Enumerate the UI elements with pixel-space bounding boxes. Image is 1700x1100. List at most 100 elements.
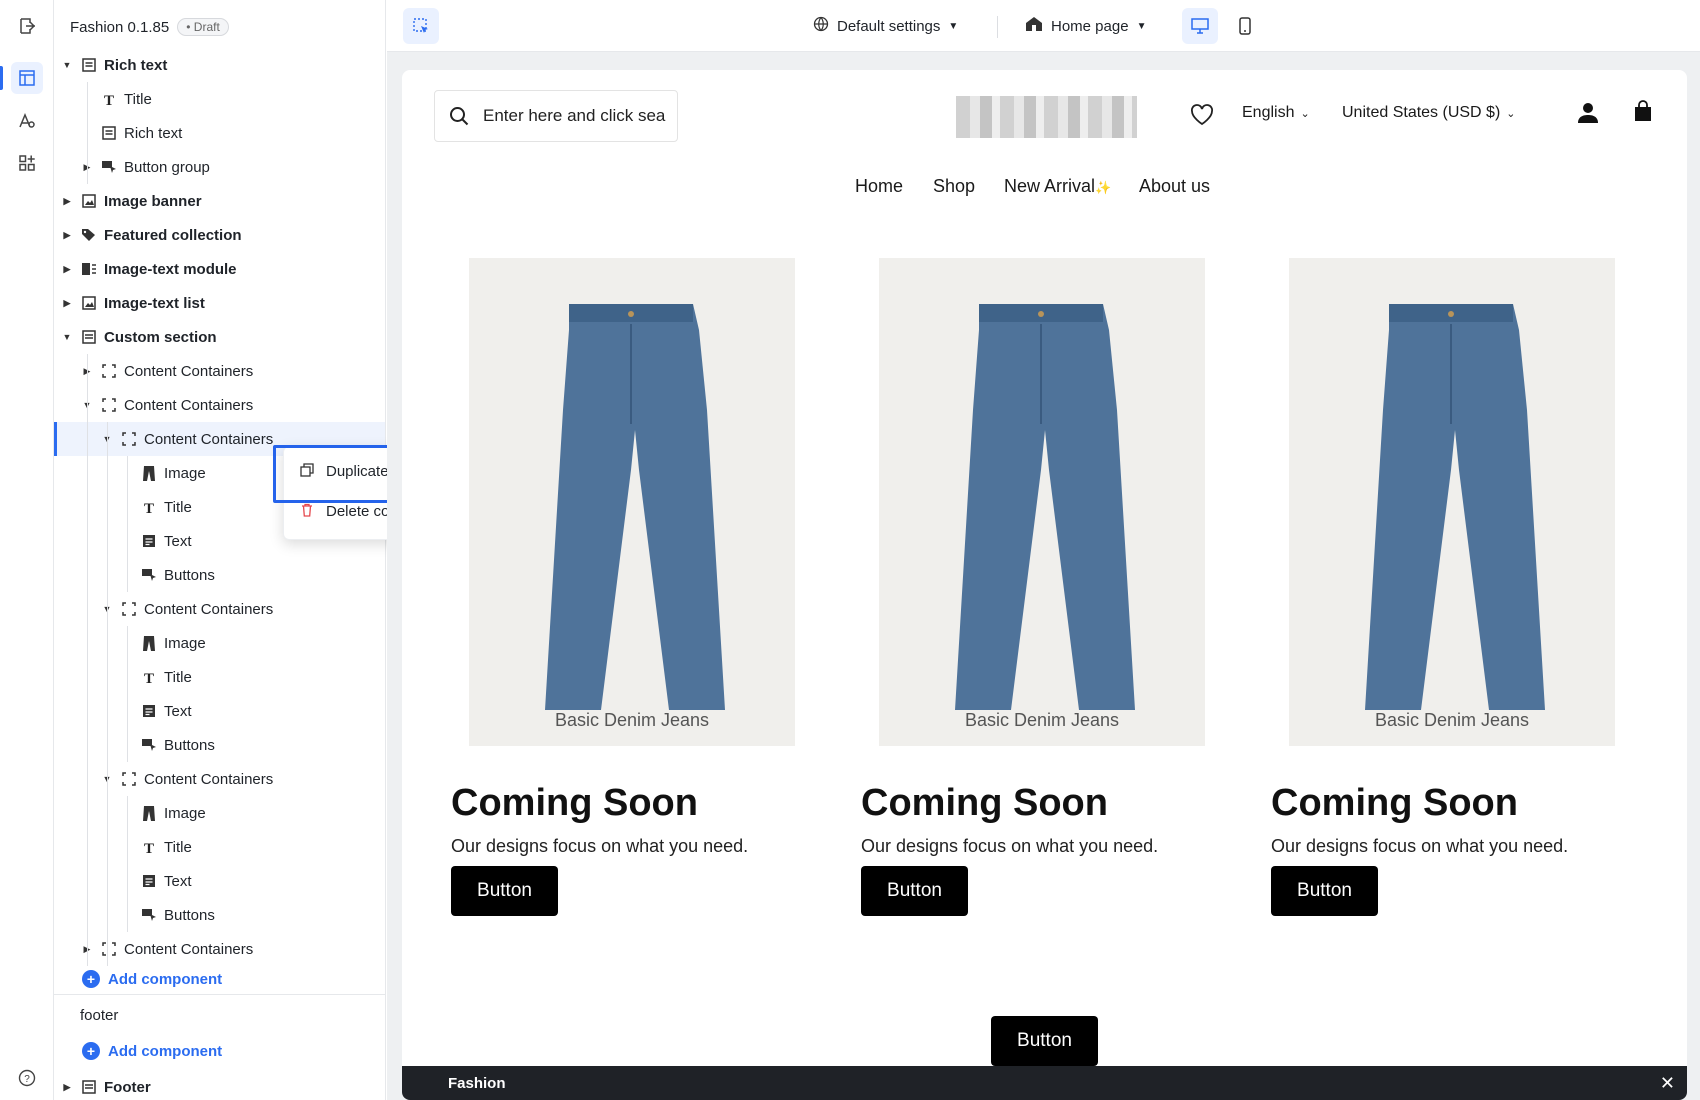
card-button[interactable]: Button [861,866,968,916]
jeans-image [955,304,1135,710]
tree-row[interactable]: Text [54,864,385,898]
tree-row-label: Footer [104,1078,151,1096]
account-icon[interactable] [1578,102,1598,124]
caret-right-icon[interactable]: ▶ [60,298,74,309]
cart-icon[interactable] [1634,100,1652,122]
tree-row[interactable]: ▼ Rich text [54,48,385,82]
text-icon [140,532,158,550]
add-component-button[interactable]: + Add component [54,962,385,996]
image-text-icon [80,260,98,278]
tree-row[interactable]: T Title [54,660,385,694]
tree-row-label: Image [164,634,206,652]
tree-row[interactable]: Buttons [54,898,385,932]
mobile-icon[interactable] [1227,8,1263,44]
image-icon [80,192,98,210]
store-logo[interactable] [956,96,1137,138]
tree-row[interactable]: Buttons [54,558,385,592]
tree-row[interactable]: ▼Content Containers [54,592,385,626]
tree-row[interactable]: ▼ Custom section [54,320,385,354]
richtext-icon [80,56,98,74]
jeans-image [1365,304,1545,710]
product-image[interactable]: Basic Denim Jeans [879,258,1205,746]
tree-row-label: Rich text [104,56,168,74]
tree-row[interactable]: ▶ Image-text list [54,286,385,320]
page-dropdown[interactable]: Home page ▼ [1025,10,1146,42]
title-icon: T [140,838,158,856]
typography-icon[interactable] [11,105,43,137]
buttons-icon [140,906,158,924]
help-icon[interactable]: ? [11,1062,43,1094]
preview-bar-label: Fashion [448,1074,506,1092]
card-button[interactable]: Button [451,866,558,916]
tree-row[interactable]: Rich text [54,116,385,150]
product-image[interactable]: Basic Denim Jeans [469,258,795,746]
desktop-icon[interactable] [1182,8,1218,44]
language-selector[interactable]: English ⌄ [1242,104,1310,122]
container-icon [120,770,138,788]
tree-row[interactable]: ▼Content Containers [54,762,385,796]
card-button[interactable]: Button [1271,866,1378,916]
layout-icon[interactable] [11,62,43,94]
tree-row-label: Content Containers [124,362,254,380]
tree-row[interactable]: ▶Content Containers [54,932,385,966]
currency-selector[interactable]: United States (USD $) ⌄ [1342,104,1516,122]
tree-row[interactable]: ▶ Image-text module [54,252,385,286]
chevron-down-icon: ⌄ [1300,107,1310,120]
tree-row[interactable]: Buttons [54,728,385,762]
exit-icon[interactable] [11,10,43,42]
tree-row-label: Buttons [164,566,215,584]
apps-icon[interactable] [11,147,43,179]
tree-row[interactable]: ▼Content Containers [54,388,385,422]
tree-row-label: Text [164,702,192,720]
tree-row[interactable]: Image [54,796,385,830]
product-image[interactable]: Basic Denim Jeans [1289,258,1615,746]
footer-group-text: footer [80,1006,119,1024]
settings-label: Default settings [837,17,941,35]
selected-row-indicator [54,422,57,456]
nav-home[interactable]: Home [855,176,903,197]
currency-label: United States (USD $) [1342,104,1501,121]
nav-new-arrival[interactable]: New Arrival✨ [1004,176,1111,197]
close-icon[interactable]: ✕ [1660,1073,1675,1094]
tree-row[interactable]: T Title [54,82,385,116]
svg-text:T: T [144,501,154,514]
section-icon [80,1078,98,1096]
tree-row[interactable]: Text [54,694,385,728]
caret-down-icon[interactable]: ▼ [60,332,74,342]
tree-row[interactable]: ▶Content Containers [54,354,385,388]
nav-shop[interactable]: Shop [933,176,975,197]
add-component-footer-button[interactable]: + Add component [54,1034,385,1068]
add-component-label: Add component [108,970,223,988]
section-button[interactable]: Button [991,1016,1098,1066]
richtext-icon [100,124,118,142]
caret-right-icon[interactable]: ▶ [60,230,74,241]
search-input[interactable]: Enter here and click sea [434,90,678,142]
settings-dropdown[interactable]: Default settings ▼ [813,10,958,42]
jeans-image [545,304,725,710]
tree-row-label: Title [164,498,192,516]
jeans-icon [140,804,158,822]
select-tool-icon[interactable] [403,8,439,44]
caret-right-icon[interactable]: ▶ [60,1082,74,1093]
tree-guide-line [127,626,128,762]
tree-row[interactable]: ▶ Featured collection [54,218,385,252]
heart-icon[interactable] [1190,104,1214,126]
add-component-label: Add component [108,1042,223,1060]
tree-row[interactable]: ▶ Image banner [54,184,385,218]
tree-row[interactable]: Image [54,626,385,660]
nav-about-us[interactable]: About us [1139,176,1210,197]
title-icon: T [100,90,118,108]
tree-row[interactable]: T Title [54,830,385,864]
caret-right-icon[interactable]: ▶ [60,264,74,275]
tree-row-footer[interactable]: ▶ Footer [54,1070,385,1100]
tree-row-label: Image banner [104,192,202,210]
tree-row-label: Text [164,532,192,550]
product-image-label: Basic Denim Jeans [554,710,710,730]
caret-down-icon[interactable]: ▼ [60,60,74,70]
tree-row-label: Rich text [124,124,183,142]
tree-row[interactable]: ▶Button group [54,150,385,184]
nav-new-arrival-label: New Arrival [1004,176,1096,196]
caret-right-icon[interactable]: ▶ [60,196,74,207]
language-label: English [1242,104,1295,121]
tree-row-label: Text [164,872,192,890]
